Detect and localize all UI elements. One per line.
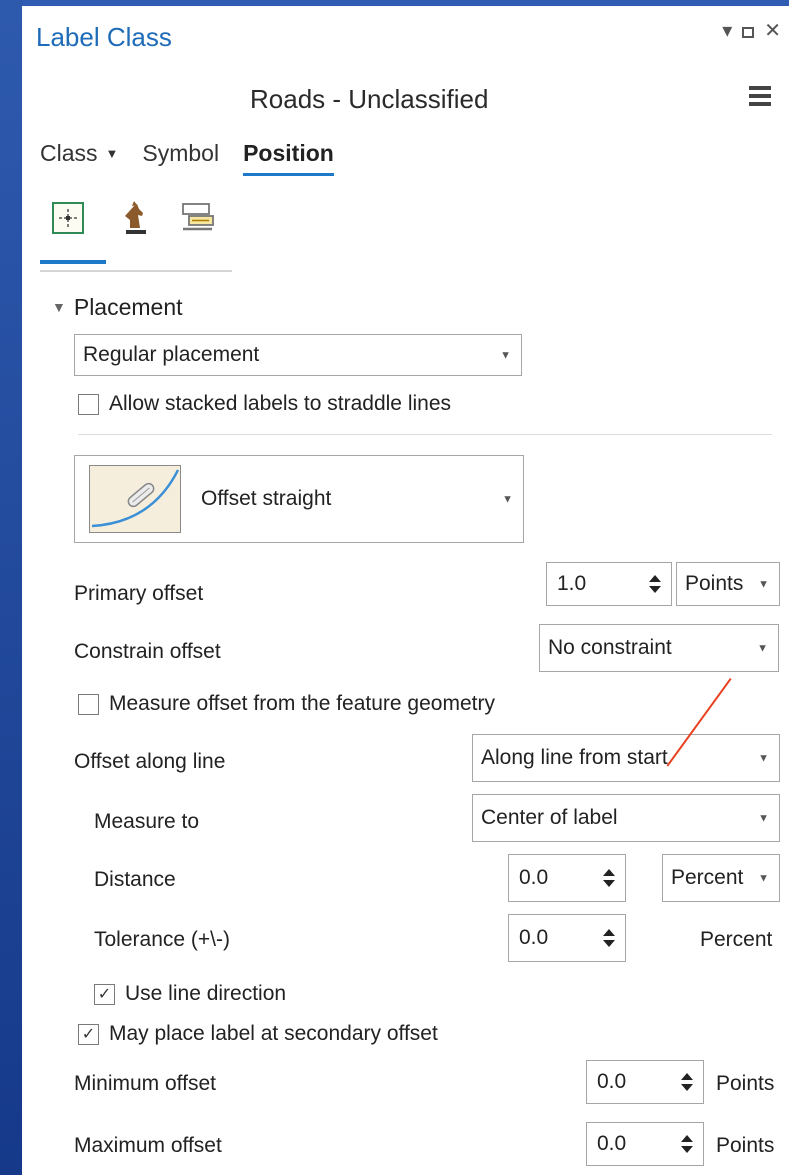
checkbox-box[interactable] xyxy=(78,393,99,415)
tolerance-spinner[interactable]: 0.0 xyxy=(508,914,626,962)
close-icon[interactable]: ✕ xyxy=(764,20,781,42)
placement-section-header[interactable]: ▼ Placement xyxy=(52,294,183,321)
position-crosshair-icon[interactable] xyxy=(50,200,90,240)
spinner-arrows-icon[interactable] xyxy=(681,1135,693,1153)
placement-type-dropdown[interactable]: Regular placement ▼ xyxy=(74,334,522,376)
placement-section-title: Placement xyxy=(73,294,183,320)
spinner-arrows-icon[interactable] xyxy=(681,1073,693,1091)
tolerance-unit: Percent xyxy=(700,928,773,951)
primary-offset-spinner[interactable]: 1.0 xyxy=(546,562,672,606)
offset-along-line-dropdown[interactable]: Along line from start ▼ xyxy=(472,734,780,782)
dropdown-arrow-icon: ▼ xyxy=(500,349,511,362)
constrain-offset-dropdown[interactable]: No constraint ▼ xyxy=(539,624,779,672)
primary-offset-unit-dropdown[interactable]: Points ▼ xyxy=(676,562,780,606)
constrain-offset-label: Constrain offset xyxy=(74,640,221,663)
primary-offset-value: 1.0 xyxy=(557,572,587,595)
constrain-offset-value: No constraint xyxy=(548,636,672,659)
dropdown-arrow-icon: ▼ xyxy=(758,578,769,591)
label-class-pane: Label Class ▾ ✕ Roads - Unclassified Cla… xyxy=(22,6,789,1175)
window-frame-left xyxy=(0,0,22,1175)
tab-position-label: Position xyxy=(243,140,334,166)
position-style-value: Offset straight xyxy=(201,487,332,510)
checkmark-icon: ✓ xyxy=(97,986,112,1003)
dropdown-arrow-icon: ▼ xyxy=(758,872,769,885)
tab-position[interactable]: Position xyxy=(243,140,334,176)
position-subtabs xyxy=(40,200,232,272)
maximize-icon[interactable] xyxy=(742,26,755,38)
tab-symbol-label: Symbol xyxy=(142,140,220,166)
maximum-offset-unit: Points xyxy=(716,1134,775,1157)
menu-icon[interactable] xyxy=(749,86,771,106)
tolerance-value: 0.0 xyxy=(519,926,549,949)
distance-value: 0.0 xyxy=(519,866,549,889)
use-line-direction-label: Use line direction xyxy=(125,982,287,1005)
dropdown-arrow-icon: ▼ xyxy=(758,752,769,765)
maximum-offset-value: 0.0 xyxy=(597,1132,627,1155)
measure-from-geometry-label: Measure offset from the feature geometry xyxy=(109,692,495,715)
minimum-offset-spinner[interactable]: 0.0 xyxy=(586,1060,704,1104)
tab-class[interactable]: Class ▼ xyxy=(40,140,118,173)
spinner-arrows-icon[interactable] xyxy=(649,575,661,593)
checkmark-icon: ✓ xyxy=(81,1026,96,1043)
checkbox-box[interactable]: ✓ xyxy=(78,1023,99,1045)
main-tabs: Class ▼ Symbol Position xyxy=(40,140,334,176)
tolerance-label: Tolerance (+\-) xyxy=(94,928,230,951)
measure-to-label: Measure to xyxy=(94,810,200,833)
allow-stacked-straddle-label: Allow stacked labels to straddle lines xyxy=(109,392,452,415)
maximum-offset-label: Maximum offset xyxy=(74,1134,222,1157)
tab-symbol[interactable]: Symbol xyxy=(142,140,219,173)
collapse-chevron-icon: ▼ xyxy=(52,299,66,315)
placement-type-value: Regular placement xyxy=(83,343,260,366)
label-class-name: Roads - Unclassified xyxy=(250,84,489,114)
minimum-offset-unit: Points xyxy=(716,1072,775,1095)
measure-to-value: Center of label xyxy=(481,806,618,829)
spinner-arrows-icon[interactable] xyxy=(603,929,615,947)
checkbox-box[interactable]: ✓ xyxy=(94,983,115,1005)
minimum-offset-value: 0.0 xyxy=(597,1070,627,1093)
chess-knight-icon[interactable] xyxy=(118,200,158,240)
primary-offset-unit-value: Points xyxy=(685,572,744,595)
pane-title: Label Class xyxy=(36,22,172,52)
minimum-offset-label: Minimum offset xyxy=(74,1072,216,1095)
secondary-offset-label: May place label at secondary offset xyxy=(109,1022,438,1045)
checkbox-box[interactable] xyxy=(78,693,99,715)
distance-unit-dropdown[interactable]: Percent ▼ xyxy=(662,854,780,902)
active-subtab-indicator xyxy=(40,260,106,264)
pane-options-dropdown-icon[interactable]: ▾ xyxy=(722,20,732,42)
allow-stacked-straddle-checkbox[interactable]: Allow stacked labels to straddle lines xyxy=(78,392,451,416)
fitting-strategy-icon[interactable] xyxy=(178,200,218,240)
measure-to-dropdown[interactable]: Center of label ▼ xyxy=(472,794,780,842)
spinner-arrows-icon[interactable] xyxy=(603,869,615,887)
chevron-down-icon: ▼ xyxy=(105,146,119,161)
distance-spinner[interactable]: 0.0 xyxy=(508,854,626,902)
offset-straight-icon xyxy=(89,465,181,533)
measure-from-geometry-checkbox[interactable]: Measure offset from the feature geometry xyxy=(78,692,495,716)
secondary-offset-checkbox[interactable]: ✓ May place label at secondary offset xyxy=(78,1022,438,1046)
use-line-direction-checkbox[interactable]: ✓ Use line direction xyxy=(94,982,286,1006)
maximum-offset-spinner[interactable]: 0.0 xyxy=(586,1122,704,1166)
dropdown-arrow-icon: ▼ xyxy=(757,642,768,655)
offset-along-line-value: Along line from start xyxy=(481,746,668,769)
window-controls: ▾ ✕ xyxy=(722,20,781,42)
divider xyxy=(78,434,772,435)
distance-unit-value: Percent xyxy=(671,866,744,889)
dropdown-arrow-icon: ▼ xyxy=(758,812,769,825)
dropdown-arrow-icon: ▼ xyxy=(502,493,513,506)
offset-along-line-label: Offset along line xyxy=(74,750,226,773)
primary-offset-label: Primary offset xyxy=(74,582,204,605)
distance-label: Distance xyxy=(94,868,176,891)
position-style-gallery[interactable]: Offset straight ▼ xyxy=(74,455,524,543)
tab-class-label: Class xyxy=(40,140,98,166)
